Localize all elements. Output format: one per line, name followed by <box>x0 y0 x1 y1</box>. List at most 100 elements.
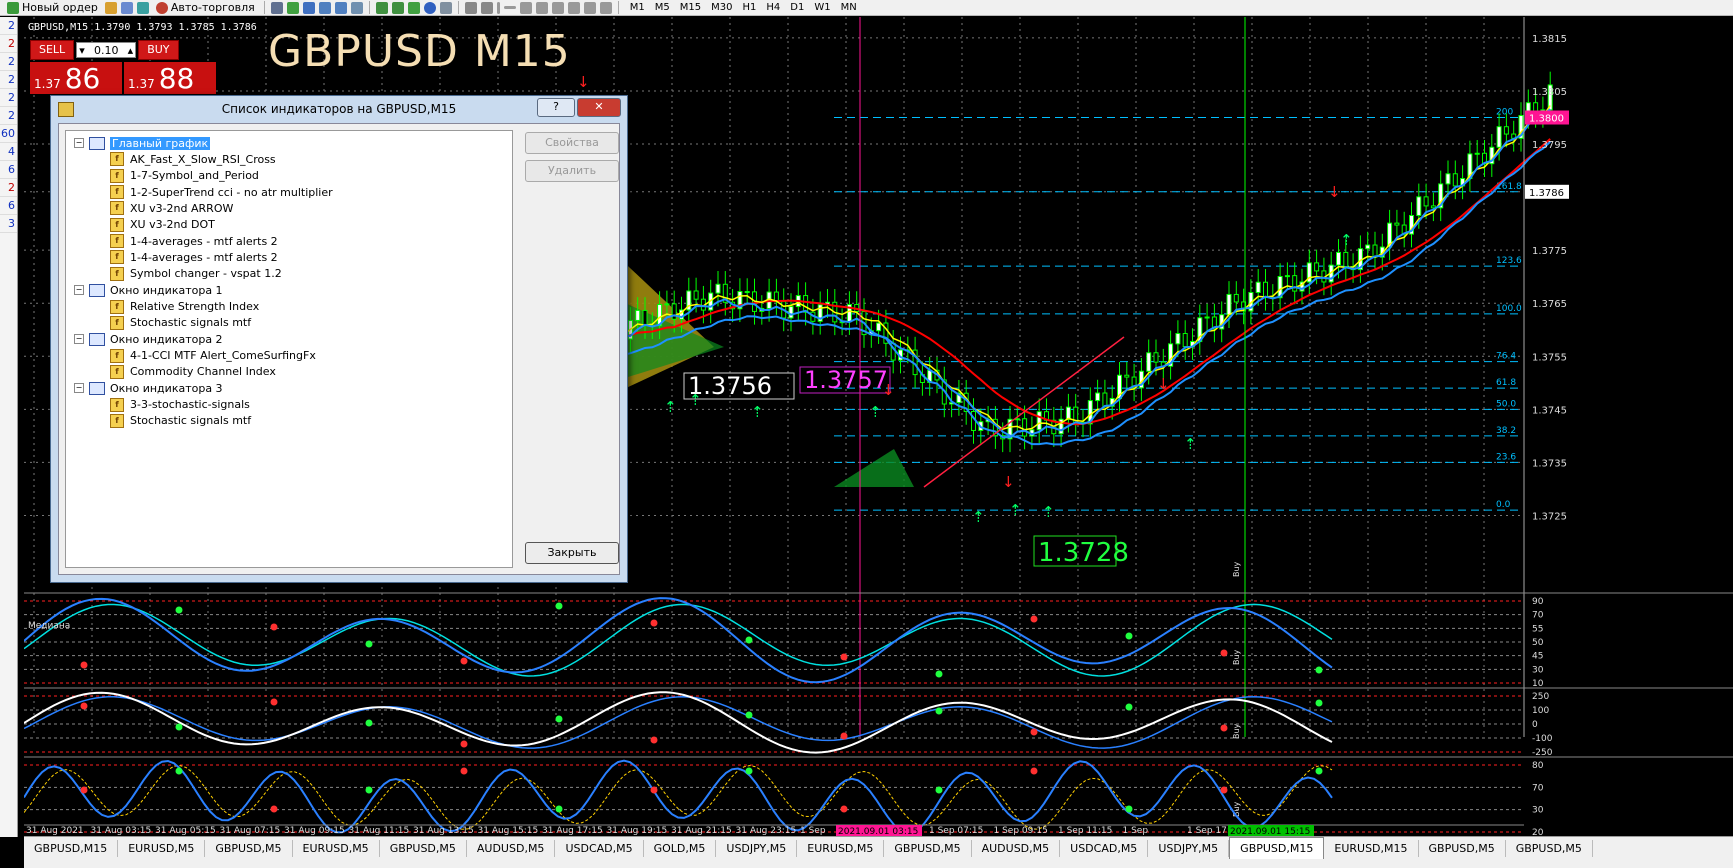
collapse-icon[interactable]: − <box>74 383 84 394</box>
sell-price[interactable]: 1.37 86 <box>30 62 122 94</box>
line-chart-icon[interactable] <box>302 1 315 14</box>
chart-tab[interactable]: GBPUSD,M5 <box>380 840 467 857</box>
chart-tab[interactable]: USDJPY,M5 <box>716 840 798 857</box>
text-icon[interactable] <box>567 1 580 14</box>
candle-body <box>1445 173 1451 185</box>
chart-tab[interactable]: EURUSD,M5 <box>118 840 206 857</box>
chart-tab[interactable]: USDCAD,M5 <box>1060 840 1149 857</box>
tree-indicator-item[interactable]: f XU v3-2nd DOT <box>110 217 215 233</box>
tree-indicator-item[interactable]: f 1-7-Symbol_and_Period <box>110 168 259 184</box>
chart-tab[interactable]: USDJPY,M5 <box>1148 840 1230 857</box>
candle-body <box>1255 281 1261 293</box>
new-order-button[interactable]: Новый ордер <box>4 1 101 14</box>
chart-tab[interactable]: GOLD,M5 <box>644 840 717 857</box>
tree-indicator-item[interactable]: f XU v3-2nd ARROW <box>110 200 233 216</box>
chart-tab[interactable]: USDCAD,M5 <box>555 840 644 857</box>
chart-tab[interactable]: AUDUSD,M5 <box>972 840 1061 857</box>
tree-indicator-item[interactable]: f Relative Strength Index <box>110 299 259 315</box>
label-icon[interactable] <box>583 1 596 14</box>
tree-indicator-item[interactable]: f 1-4-averages - mtf alerts 2 <box>110 233 278 249</box>
chart-tab[interactable]: GBPUSD,M15 <box>1229 837 1325 859</box>
signals-icon[interactable] <box>136 1 149 14</box>
price-axis-label: 1.3745 <box>1532 405 1567 416</box>
timeframe-w1[interactable]: W1 <box>809 2 835 13</box>
tree-indicator-item[interactable]: f Stochastic signals mtf <box>110 413 251 429</box>
indicator-tree[interactable]: − Главный график f AK_Fast_X_Slow_RSI_Cross… <box>65 130 513 568</box>
collapse-icon[interactable]: − <box>74 334 84 345</box>
bar-chart-icon[interactable] <box>270 1 283 14</box>
price-axis-label: 1.3786 <box>1529 188 1564 199</box>
tree-indicator-item[interactable]: f 1-2-SuperTrend cci - no atr multiplier <box>110 184 333 200</box>
chart-tab[interactable]: EURUSD,M5 <box>797 840 885 857</box>
chart-tab[interactable]: EURUSD,M15 <box>1324 840 1419 857</box>
timeframe-m5[interactable]: M5 <box>650 2 675 13</box>
indicator-icon: f <box>110 217 124 232</box>
trendline-icon[interactable] <box>519 1 532 14</box>
tree-indicator-item[interactable]: f 3-3-stochastic-signals <box>110 397 250 413</box>
market-watch-icon[interactable] <box>104 1 117 14</box>
collapse-icon[interactable]: − <box>74 285 84 296</box>
timeframe-mn[interactable]: MN <box>836 2 862 13</box>
channel-icon[interactable] <box>535 1 548 14</box>
time-axis-label: 31 Aug 17:15 <box>542 826 603 836</box>
templates-icon[interactable] <box>439 1 452 14</box>
timeframe-m1[interactable]: M1 <box>625 2 650 13</box>
autoscroll-icon[interactable] <box>375 1 388 14</box>
user-icon[interactable] <box>120 1 133 14</box>
timeframe-h1[interactable]: H1 <box>737 2 761 13</box>
buy-button[interactable]: BUY <box>138 40 179 60</box>
zoom-in-icon[interactable] <box>318 1 331 14</box>
indicators-list-dialog: Список индикаторов на GBPUSD,M15 ? ✕ − Гл… <box>50 95 628 583</box>
tree-item-label: 1-7-Symbol_and_Period <box>130 169 259 183</box>
candles-icon[interactable] <box>286 1 299 14</box>
close-button[interactable]: Закрыть <box>525 542 619 564</box>
chart-tab[interactable]: GBPUSD,M5 <box>1419 840 1506 857</box>
tile-icon[interactable] <box>350 1 363 14</box>
timeframe-m30[interactable]: M30 <box>706 2 737 13</box>
delete-button[interactable]: Удалить <box>525 160 619 182</box>
timeframe-m15[interactable]: M15 <box>675 2 706 13</box>
vertical-line-icon[interactable] <box>496 1 500 14</box>
horizontal-line-icon[interactable] <box>503 6 516 9</box>
lot-size-field[interactable]: ▾ 0.10 ▴ <box>76 42 137 58</box>
autotrading-button[interactable]: Авто-торговля <box>153 1 258 14</box>
chart-tab[interactable]: GBPUSD,M15 <box>24 840 119 857</box>
tree-window-node[interactable]: − Главный график <box>74 135 211 151</box>
lot-increase-icon[interactable]: ▴ <box>128 44 134 57</box>
oscillator-signal-dot <box>1315 666 1323 674</box>
tree-window-node[interactable]: − Окно индикатора 2 <box>74 331 223 347</box>
chart-tab[interactable]: GBPUSD,M5 <box>884 840 972 857</box>
chart-tab[interactable]: GBPUSD,M5 <box>1506 840 1593 857</box>
tree-indicator-item[interactable]: f 4-1-CCI MTF Alert_ComeSurfingFx <box>110 348 316 364</box>
timeframe-d1[interactable]: D1 <box>785 2 809 13</box>
timeframe-h4[interactable]: H4 <box>761 2 785 13</box>
tree-indicator-item[interactable]: f 1-4-averages - mtf alerts 2 <box>110 249 278 265</box>
chart-tab[interactable]: AUDUSD,M5 <box>467 840 556 857</box>
tree-indicator-item[interactable]: f AK_Fast_X_Slow_RSI_Cross <box>110 151 276 167</box>
fibo-icon[interactable] <box>551 1 564 14</box>
lot-decrease-icon[interactable]: ▾ <box>79 44 85 57</box>
crosshair-icon[interactable] <box>480 1 493 14</box>
cursor-icon[interactable] <box>464 1 477 14</box>
candle-body <box>876 322 882 332</box>
periods-icon[interactable] <box>423 1 436 14</box>
chart-shift-icon[interactable] <box>391 1 404 14</box>
buy-price[interactable]: 1.37 88 <box>124 62 216 94</box>
tree-indicator-item[interactable]: f Commodity Channel Index <box>110 364 276 380</box>
indicator-icon: f <box>110 152 124 167</box>
close-icon[interactable]: ✕ <box>577 98 621 117</box>
collapse-icon[interactable]: − <box>74 138 84 148</box>
dialog-titlebar[interactable]: Список индикаторов на GBPUSD,M15 ? ✕ <box>51 96 627 122</box>
sell-button[interactable]: SELL <box>30 40 75 60</box>
indicators-icon[interactable] <box>407 1 420 14</box>
help-button[interactable]: ? <box>537 98 575 117</box>
arrows-icon[interactable] <box>599 1 612 14</box>
tree-window-node[interactable]: − Окно индикатора 1 <box>74 282 223 298</box>
tree-indicator-item[interactable]: f Symbol changer - vspat 1.2 <box>110 266 282 282</box>
chart-tab[interactable]: EURUSD,M5 <box>293 840 380 857</box>
properties-button[interactable]: Свойства <box>525 132 619 154</box>
zoom-out-icon[interactable] <box>334 1 347 14</box>
tree-indicator-item[interactable]: f Stochastic signals mtf <box>110 315 251 331</box>
tree-window-node[interactable]: − Окно индикатора 3 <box>74 380 223 396</box>
chart-tab[interactable]: GBPUSD,M5 <box>205 840 293 857</box>
